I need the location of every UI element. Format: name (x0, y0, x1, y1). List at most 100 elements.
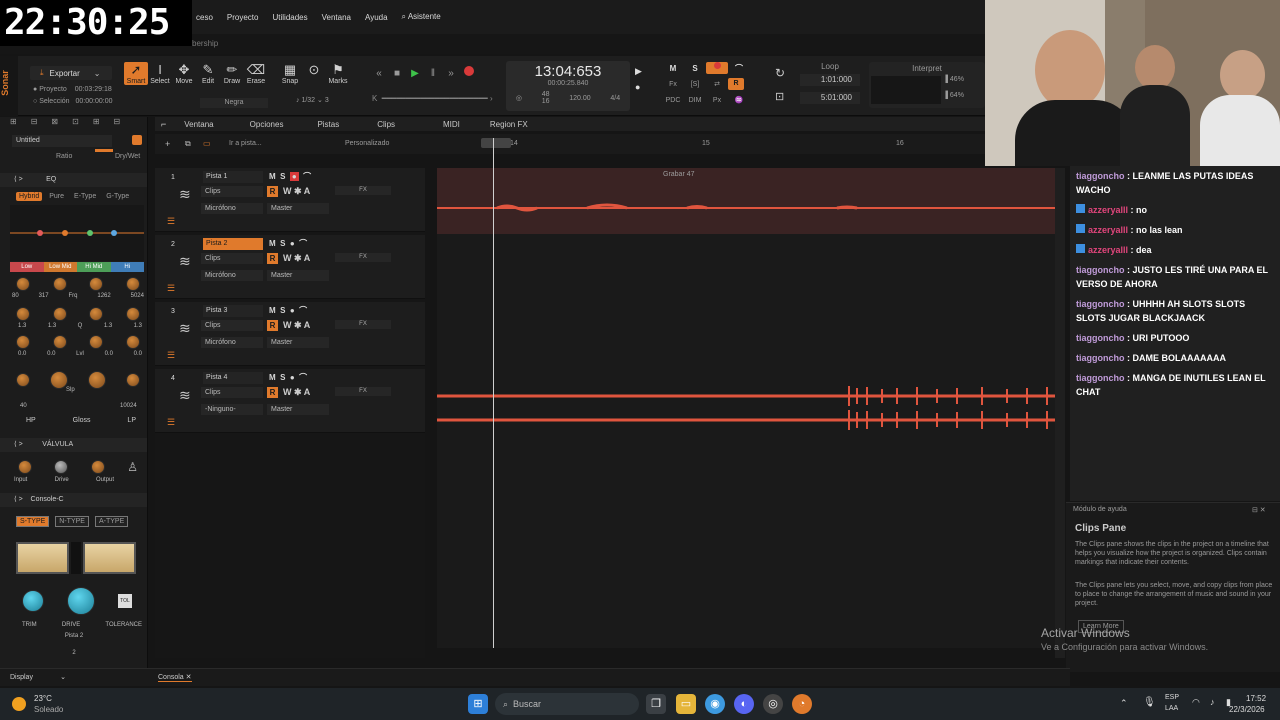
trackbar-opciones[interactable]: Opciones (250, 120, 284, 129)
track-write-buttons[interactable]: W ✱ A (283, 387, 310, 398)
punch-icon[interactable]: ⊡ (775, 90, 784, 103)
meter-value[interactable]: 4/4 (610, 95, 620, 102)
add-track-icon[interactable]: + (165, 139, 170, 149)
rewind-button[interactable]: « (370, 66, 388, 82)
trim-knob[interactable] (22, 590, 44, 612)
console-header[interactable]: ⟨ > Console-C (0, 493, 147, 507)
eq-mode-hybrid[interactable]: Hybrid (16, 192, 43, 201)
play-button[interactable]: ▶ (406, 66, 424, 82)
loop-icon[interactable]: ↻ (775, 66, 785, 80)
track-read-button[interactable]: R (267, 186, 278, 197)
taskbar-search[interactable]: ⌕ Buscar (495, 693, 639, 715)
track-msr-buttons[interactable]: M S ● ⌒ (269, 372, 307, 383)
chat-username[interactable]: tiaggoncho (1076, 333, 1125, 343)
task-view-icon[interactable]: ❐ (646, 694, 666, 714)
obs-icon[interactable]: ◎ (763, 694, 783, 714)
track-read-button[interactable]: R (267, 387, 278, 398)
weather-text[interactable]: Soleado (34, 705, 63, 714)
q-knob-1[interactable] (16, 307, 30, 321)
track-input-dropdown[interactable]: -Ninguno- (201, 404, 263, 415)
playhead[interactable] (493, 138, 494, 648)
q-knob-3[interactable] (89, 307, 104, 321)
track-clips-dropdown[interactable]: Clips (201, 320, 263, 331)
arm-all-button[interactable] (706, 62, 728, 74)
transport-scrub[interactable]: K ━━━━━━━━━━━━━━━━━━━━━━ › (372, 94, 498, 106)
track-input-dropdown[interactable]: Micrófono (201, 270, 263, 281)
windows-start-icon[interactable]: ⊞ (468, 694, 488, 714)
freq-knob-3[interactable] (89, 277, 104, 291)
preset-dropdown[interactable]: Untitled (12, 135, 112, 147)
track-write-buttons[interactable]: W ✱ A (283, 186, 310, 197)
track-write-buttons[interactable]: W ✱ A (283, 320, 310, 331)
lvl-knob-2[interactable] (52, 335, 67, 349)
clip-pista-4[interactable] (437, 384, 1055, 434)
inspector-tab-2-icon[interactable]: ⊟ (31, 117, 38, 126)
input-knob[interactable] (18, 460, 32, 474)
tray-chevron-icon[interactable]: ⌃ (1120, 698, 1128, 709)
band-low[interactable]: Low (10, 262, 44, 272)
trackbar-midi[interactable]: MIDI (443, 120, 460, 129)
freq-knob-1[interactable] (16, 277, 30, 291)
cakewalk-sonar-icon[interactable]: ◔ (792, 694, 812, 714)
monitor-button[interactable]: ⌒ (728, 63, 750, 74)
track-header-1[interactable]: 1 Pista 1 M S ● ⌒ Clips R W ✱ A FX Micrófono Mas… (155, 168, 425, 232)
track-output-dropdown[interactable]: Master (267, 337, 329, 348)
hp-knob[interactable] (16, 373, 30, 387)
trackbar-clips[interactable]: Clips (377, 120, 395, 129)
loop-start[interactable]: 1:01:000 (800, 74, 860, 86)
move-tool[interactable]: ✥ Move (172, 62, 196, 85)
track-output-dropdown[interactable]: Master (267, 203, 329, 214)
lvl-knob-3[interactable] (89, 335, 104, 349)
track-lane-icon[interactable]: ☰ (167, 350, 175, 361)
s-bracket-button[interactable]: [S] (684, 81, 706, 88)
freq-knob-2[interactable] (52, 277, 67, 291)
snap-style-dropdown[interactable]: Negra (200, 98, 268, 108)
track-header-2[interactable]: 2 Pista 2 M S ● ⌒ Clips R W ✱ A FX Micrófono Mas… (155, 235, 425, 299)
volume-icon[interactable]: ♪ (1210, 697, 1215, 707)
chat-username[interactable]: tiaggoncho (1076, 373, 1125, 383)
drywet-slider[interactable] (95, 149, 113, 152)
track-header-4[interactable]: 4 Pista 4 M S ● ⌒ Clips R W ✱ A FX -Ninguno- Mas… (155, 369, 425, 433)
chat-username[interactable]: tiaggoncho (1076, 171, 1125, 181)
menu-proceso[interactable]: ceso (196, 13, 213, 22)
inspector-tab-1-icon[interactable]: ⊞ (10, 117, 17, 126)
lp-knob[interactable] (126, 373, 140, 387)
track-lane-icon[interactable]: ☰ (167, 216, 175, 227)
headphone-icon[interactable]: ♒ (728, 96, 750, 104)
weather-temp[interactable]: 23°C (34, 694, 52, 703)
stype-button[interactable]: S-TYPE (16, 516, 50, 527)
solo-all-button[interactable]: S (684, 64, 706, 73)
band-hi[interactable]: Hi (110, 262, 144, 272)
track-clips-dropdown[interactable]: Clips (201, 387, 263, 398)
snap-value[interactable]: ♪ 1/32 ⌄ 3 (296, 96, 329, 104)
discord-icon[interactable]: ◐ (734, 694, 754, 714)
track-msr-buttons[interactable]: M S ● ⌒ (269, 238, 307, 249)
valvula-header[interactable]: ⟨ > VÁLVULA (0, 438, 147, 452)
sync-icon[interactable]: ⇄ (706, 80, 728, 88)
eq-mode-pure[interactable]: Pure (46, 192, 67, 201)
fast-forward-button[interactable]: » (442, 66, 460, 82)
custom-view-dropdown[interactable]: Personalizado (345, 140, 389, 147)
draw-tool[interactable]: ✏ Draw (220, 62, 244, 85)
track-write-buttons[interactable]: W ✱ A (283, 253, 310, 264)
track-output-dropdown[interactable]: Master (267, 404, 329, 415)
pdc-button[interactable]: PDC (662, 97, 684, 104)
ntype-button[interactable]: N-TYPE (55, 516, 89, 527)
inspector-tab-6-icon[interactable]: ⊟ (114, 117, 121, 126)
track-read-button[interactable]: R (267, 320, 278, 331)
drive-console-knob[interactable] (67, 587, 95, 615)
goto-track[interactable]: Ir a pista... (229, 140, 262, 147)
chat-username[interactable]: azzeryalll (1088, 205, 1128, 215)
menu-ventana[interactable]: Ventana (322, 13, 351, 22)
trackbar-regionfx[interactable]: Region FX (490, 120, 528, 129)
preset-enable-toggle[interactable] (132, 135, 142, 145)
menu-ayuda[interactable]: Ayuda (365, 13, 388, 22)
track-read-button[interactable]: R (267, 253, 278, 264)
help-close-icon[interactable]: ⊟ ✕ (1252, 506, 1266, 514)
interpret-v1[interactable]: ▐ 46% (943, 76, 964, 83)
eq-mode-etype[interactable]: E-Type (71, 192, 99, 201)
tempo-value[interactable]: 120.00 (569, 95, 590, 102)
eq-curve-display[interactable] (10, 205, 144, 261)
track-name-field[interactable]: Pista 2 (203, 238, 263, 250)
clips-vertical-scrollbar[interactable] (1055, 168, 1065, 658)
